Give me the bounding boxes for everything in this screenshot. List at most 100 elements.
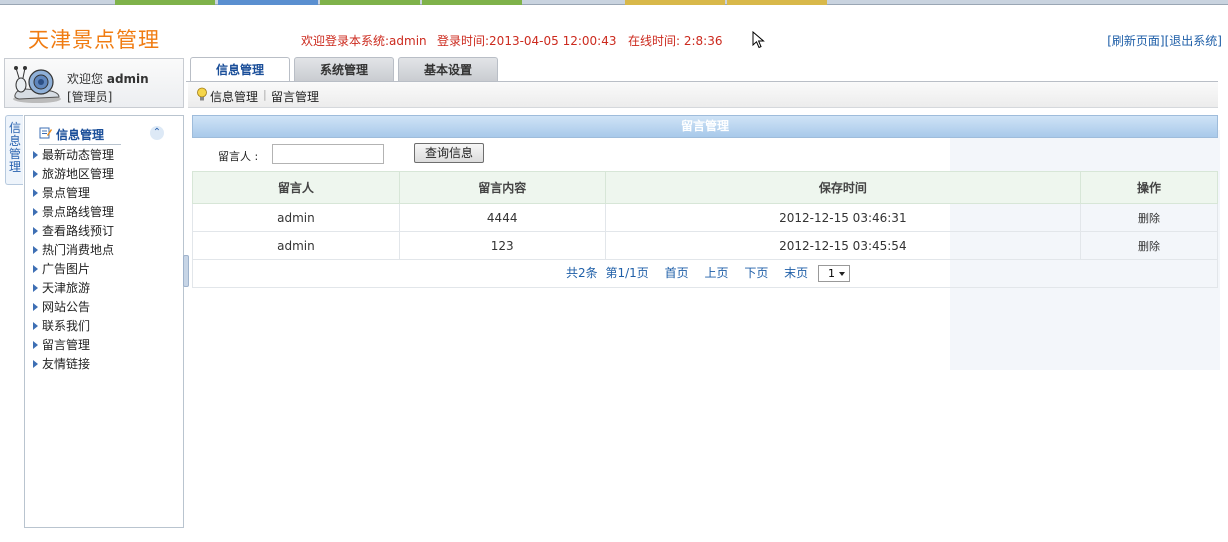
panel-title: 留言管理: [192, 115, 1218, 138]
sidebar-item-contact-us[interactable]: 联系我们: [33, 317, 114, 336]
double-chevron-up-icon[interactable]: ⌃: [150, 126, 164, 140]
sidebar-title-label: 信息管理: [56, 128, 105, 142]
sidebar-divider: [39, 144, 121, 145]
breadcrumb: 信息管理 | 留言管理: [188, 82, 1218, 108]
sidebar-item-attractions[interactable]: 景点管理: [33, 184, 114, 203]
menu-arrow-icon: [33, 265, 38, 273]
cell-author: admin: [192, 231, 400, 260]
sidebar-item-label: 友情链接: [42, 357, 91, 371]
menu-arrow-icon: [33, 208, 38, 216]
cell-content: 123: [398, 231, 606, 260]
admin-page: 天津景点管理 欢迎登录本系统:admin 登录时间:2013-04-05 12:…: [0, 5, 1228, 542]
menu-arrow-icon: [33, 227, 38, 235]
sidebar-item-label: 景点路线管理: [42, 205, 115, 219]
menu-arrow-icon: [33, 246, 38, 254]
menu-arrow-icon: [33, 303, 38, 311]
tab-basic-settings[interactable]: 基本设置: [398, 57, 498, 81]
delete-link[interactable]: 删除: [1080, 203, 1218, 232]
sidebar-item-label: 查看路线预订: [42, 224, 115, 238]
user-role: [管理员]: [67, 90, 113, 104]
sidebar-item-label: 联系我们: [42, 319, 91, 333]
sidebar-item-label: 天津旅游: [42, 281, 91, 295]
login-time-text: 登录时间:2013-04-05 12:00:43: [437, 34, 617, 48]
table-row: admin 4444 2012-12-15 03:46:31 删除: [192, 203, 1218, 232]
author-search-input[interactable]: [272, 144, 384, 164]
pagination: 共2条 第1/1页 首页 上页 下页 末页 1: [192, 260, 1218, 288]
menu-arrow-icon: [33, 360, 38, 368]
welcome-system-text: 欢迎登录本系统:admin: [301, 34, 427, 48]
menu-arrow-icon: [33, 341, 38, 349]
dropdown-arrow-icon: [839, 272, 845, 276]
tab-system-management[interactable]: 系统管理: [294, 57, 394, 81]
edit-document-icon: [39, 127, 52, 139]
menu-arrow-icon: [33, 170, 38, 178]
page-select[interactable]: 1: [818, 265, 850, 282]
header-links: [刷新页面][退出系统]: [1107, 32, 1222, 49]
sidebar-item-label: 旅游地区管理: [42, 167, 115, 181]
pager-first-link[interactable]: 首页: [665, 266, 689, 280]
sidebar-item-ad-images[interactable]: 广告图片: [33, 260, 114, 279]
messages-table: 留言人 留言内容 保存时间 操作 admin 4444 2012-12-15 0…: [192, 171, 1218, 260]
pager-page-info: 第1/1页: [605, 266, 649, 280]
sidebar-item-messages[interactable]: 留言管理: [33, 336, 114, 355]
sidebar: 信息管理 ⌃ 最新动态管理 旅游地区管理 景点管理 景点路线管理 查看路线预订 …: [24, 115, 184, 528]
menu-arrow-icon: [33, 322, 38, 330]
logout-link[interactable]: [退出系统]: [1165, 34, 1222, 48]
mouse-pointer-icon: [752, 31, 765, 49]
sidebar-item-hot-spots[interactable]: 热门消费地点: [33, 241, 114, 260]
pager-total: 共2条: [566, 266, 598, 280]
cell-content: 4444: [398, 203, 606, 232]
user-welcome: 欢迎您 admin: [67, 70, 149, 87]
breadcrumb-separator: |: [263, 88, 267, 101]
refresh-page-link[interactable]: [刷新页面]: [1107, 34, 1164, 48]
column-header-author: 留言人: [192, 171, 400, 204]
sidebar-item-label: 网站公告: [42, 300, 91, 314]
author-filter-label: 留言人 :: [218, 150, 259, 163]
user-panel: 欢迎您 admin [管理员]: [4, 58, 184, 108]
search-button[interactable]: 查询信息: [414, 143, 484, 163]
column-header-content: 留言内容: [398, 171, 606, 204]
sidebar-item-route-bookings[interactable]: 查看路线预订: [33, 222, 114, 241]
message-management-panel: 留言管理 留言人 : 查询信息 留言人 留言内容 保存时间 操作 admin 4…: [192, 115, 1218, 288]
tab-info-management[interactable]: 信息管理: [190, 57, 290, 82]
breadcrumb-message-management[interactable]: 留言管理: [271, 88, 319, 105]
column-header-time: 保存时间: [604, 171, 1082, 204]
sidebar-item-label: 广告图片: [42, 262, 91, 276]
lightbulb-icon: [197, 87, 207, 101]
pager-prev-link[interactable]: 上页: [704, 266, 728, 280]
filter-bar: 留言人 : 查询信息: [192, 138, 1218, 166]
column-header-action: 操作: [1080, 171, 1218, 204]
delete-link[interactable]: 删除: [1080, 231, 1218, 260]
sidebar-item-label: 热门消费地点: [42, 243, 115, 257]
sidebar-item-tianjin-travel[interactable]: 天津旅游: [33, 279, 114, 298]
user-name: admin: [106, 72, 149, 86]
menu-arrow-icon: [33, 284, 38, 292]
pager-next-link[interactable]: 下页: [744, 266, 768, 280]
panel-title-text: 留言管理: [680, 119, 729, 133]
sidebar-splitter-handle[interactable]: [183, 255, 189, 287]
page-select-value: 1: [828, 267, 835, 280]
menu-arrow-icon: [33, 189, 38, 197]
cell-time: 2012-12-15 03:45:54: [604, 231, 1082, 260]
sidebar-item-attraction-routes[interactable]: 景点路线管理: [33, 203, 114, 222]
table-header-row: 留言人 留言内容 保存时间 操作: [192, 171, 1218, 204]
sidebar-vertical-tab[interactable]: 信息管理: [5, 115, 23, 185]
snail-avatar-icon: [13, 66, 61, 103]
pager-last-link[interactable]: 末页: [784, 266, 808, 280]
table-row: admin 123 2012-12-15 03:45:54 删除: [192, 231, 1218, 260]
cell-author: admin: [192, 203, 400, 232]
sidebar-menu: 最新动态管理 旅游地区管理 景点管理 景点路线管理 查看路线预订 热门消费地点 …: [33, 146, 114, 374]
sidebar-item-label: 景点管理: [42, 186, 91, 200]
sidebar-item-friend-links[interactable]: 友情链接: [33, 355, 114, 374]
sidebar-item-announcements[interactable]: 网站公告: [33, 298, 114, 317]
cell-time: 2012-12-15 03:46:31: [604, 203, 1082, 232]
sidebar-item-travel-areas[interactable]: 旅游地区管理: [33, 165, 114, 184]
breadcrumb-info-management[interactable]: 信息管理: [210, 88, 258, 105]
welcome-prefix: 欢迎您: [67, 72, 104, 86]
menu-arrow-icon: [33, 151, 38, 159]
online-time-text: 在线时间: 2:8:36: [628, 34, 723, 48]
sidebar-item-latest-news[interactable]: 最新动态管理: [33, 146, 114, 165]
sidebar-item-label: 最新动态管理: [42, 148, 115, 162]
site-logo: 天津景点管理: [28, 28, 160, 52]
sidebar-item-label: 留言管理: [42, 338, 91, 352]
